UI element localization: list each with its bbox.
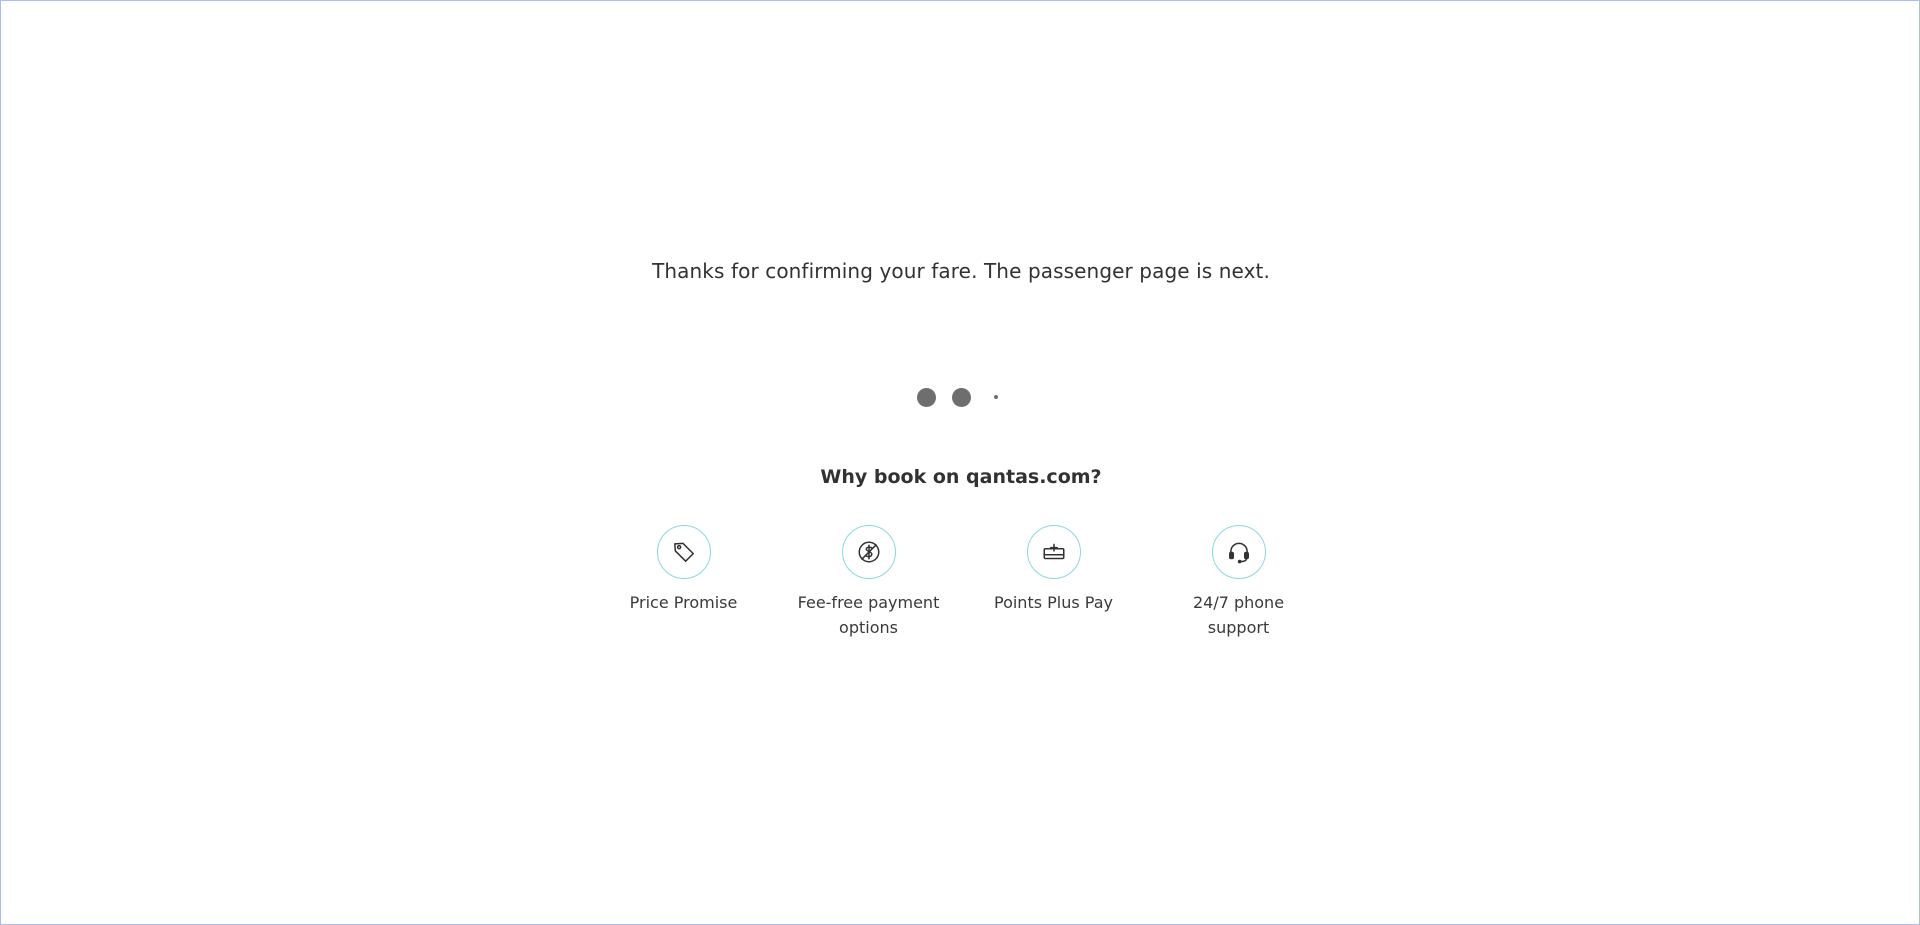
feature-label: Fee-free payment options [797, 593, 940, 637]
feature-fee-free-payment: Fee-free payment options [796, 525, 941, 640]
price-tag-icon [656, 525, 711, 579]
dollar-circle-icon [841, 525, 896, 579]
loading-dot [916, 387, 936, 407]
feature-points-plus-pay: Points Plus Pay [981, 525, 1126, 640]
feature-label: Price Promise [629, 593, 738, 612]
headset-icon [1211, 525, 1266, 579]
feature-label: Points Plus Pay [993, 593, 1113, 612]
loading-dot [951, 387, 971, 407]
loading-indicator [1, 385, 1920, 409]
page-frame: Thanks for confirming your fare. The pas… [0, 0, 1920, 925]
feature-phone-support: 24/7 phone support [1166, 525, 1311, 640]
loading-dot [987, 388, 1006, 407]
feature-list: Price Promise Fee-free payment options P… [1, 525, 1920, 640]
why-book-heading: Why book on qantas.com? [820, 466, 1102, 488]
feature-price-promise: Price Promise [611, 525, 756, 640]
feature-label: 24/7 phone support [1192, 593, 1285, 637]
status-message: Thanks for confirming your fare. The pas… [652, 259, 1270, 283]
card-plus-icon [1026, 525, 1081, 579]
